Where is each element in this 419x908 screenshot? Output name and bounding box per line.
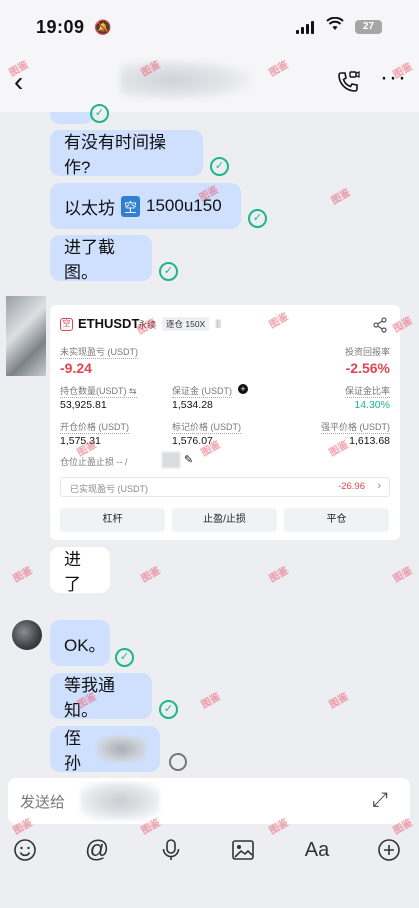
- realized-pnl-label: 已实现盈亏 (USDT): [70, 484, 148, 494]
- add-margin-icon: +: [238, 384, 248, 394]
- sending-indicator-icon: [169, 753, 187, 771]
- message-text: OK。: [64, 635, 106, 655]
- message-text: 有没有时间操作?: [64, 133, 166, 177]
- contact-name-blurred: [120, 60, 250, 100]
- message-text: 侄孙: [64, 729, 81, 773]
- message-bubble-partial: [50, 112, 94, 124]
- video-call-icon[interactable]: [336, 70, 360, 94]
- expand-icon[interactable]: ⤢: [372, 789, 388, 812]
- trade-screenshot-card[interactable]: 空 ETHUSDT 永续 逐仓 150X |||| 未实现盈亏 (USDT) -…: [50, 305, 400, 540]
- mark-price-label: 标记价格 (USDT): [172, 422, 241, 434]
- watermark: 图鉴: [327, 691, 351, 711]
- short-position-icon: 空: [60, 318, 73, 331]
- margin-label: 保证金 (USDT): [172, 386, 232, 398]
- realized-pnl-row[interactable]: 已实现盈亏 (USDT) -26.96 ›: [60, 477, 390, 497]
- mute-bell-icon: 🔕: [94, 19, 112, 35]
- liquidation-price-label: 强平价格 (USDT): [321, 422, 390, 434]
- message-input[interactable]: 发送给 ⤢: [8, 778, 410, 824]
- message-bubble[interactable]: 以太坊 空 1500u150: [50, 183, 241, 229]
- chat-header: ‹ ···: [0, 56, 419, 112]
- watermark: 图鉴: [11, 565, 35, 585]
- blurred-text: [97, 736, 146, 762]
- watermark: 图鉴: [139, 565, 163, 585]
- tpsl-label: 仓位止盈止损 -- /: [60, 457, 128, 467]
- blurred-recipient: [80, 782, 160, 820]
- position-size-value: 53,925.81: [60, 399, 107, 411]
- input-placeholder: 发送给: [20, 794, 66, 811]
- message-bubble[interactable]: OK。: [50, 620, 110, 666]
- watermark: 图鉴: [391, 565, 415, 585]
- font-format-icon[interactable]: Aa: [302, 835, 332, 865]
- watermark: 图鉴: [329, 187, 353, 207]
- trade-pair: ETHUSDT: [78, 316, 140, 331]
- realized-pnl-value: -26.96: [338, 481, 365, 492]
- mention-icon[interactable]: @: [82, 835, 112, 865]
- entry-price-label: 开仓价格 (USDT): [60, 422, 129, 434]
- roi-value: -2.56%: [345, 360, 390, 376]
- watermark: 图鉴: [267, 565, 291, 585]
- mark-price-value: 1,576.07: [172, 435, 213, 447]
- edit-pencil-icon: ✎: [184, 454, 194, 466]
- entry-price-value: 1,575.31: [60, 435, 101, 447]
- message-text: 等我通知。: [64, 676, 115, 720]
- chevron-right-icon: ›: [377, 480, 381, 492]
- position-size-label: 持仓数量(USDT) ⇆: [60, 386, 137, 398]
- back-chevron-icon[interactable]: ‹: [14, 66, 23, 98]
- status-bar: 19:09 🔕 27: [0, 0, 419, 56]
- message-bubble[interactable]: 进了截图。: [50, 235, 152, 282]
- contract-type: 永续: [138, 320, 157, 330]
- more-icon[interactable]: ···: [380, 64, 407, 92]
- message-text: 1500u150: [146, 196, 222, 215]
- emoji-icon[interactable]: [10, 835, 40, 865]
- margin-ratio-value: 14.30%: [354, 399, 390, 411]
- read-check-icon: ✓: [90, 104, 109, 123]
- tpsl-button[interactable]: 止盈/止损: [172, 508, 277, 532]
- sender-avatar[interactable]: [6, 296, 46, 376]
- margin-mode: 逐仓 150X: [162, 317, 210, 331]
- blurred-area: [162, 452, 180, 468]
- message-text: 以太坊: [64, 198, 115, 218]
- message-bubble[interactable]: 有没有时间操作?: [50, 130, 203, 177]
- image-icon[interactable]: [228, 835, 258, 865]
- microphone-icon[interactable]: [156, 835, 186, 865]
- read-check-icon: ✓: [210, 157, 229, 176]
- message-bubble-received[interactable]: 进了: [50, 547, 110, 594]
- short-tag: 空: [121, 195, 141, 217]
- leverage-button[interactable]: 杠杆: [60, 508, 165, 532]
- signal-icon: [296, 20, 314, 34]
- unrealized-pnl-label: 未实现盈亏 (USDT): [60, 347, 138, 359]
- message-text: 进了: [64, 550, 81, 594]
- add-icon[interactable]: [374, 835, 404, 865]
- battery-icon: 27: [355, 20, 382, 34]
- margin-value: 1,534.28: [172, 399, 213, 411]
- share-icon: [373, 317, 387, 333]
- roi-label: 投资回报率: [344, 347, 390, 357]
- liquidation-price-value: 1,613.68: [349, 435, 390, 447]
- margin-ratio-label: 保证金比率: [344, 386, 390, 398]
- unrealized-pnl-value: -9.24: [60, 360, 92, 376]
- my-avatar[interactable]: [12, 620, 42, 650]
- message-text: 进了截图。: [64, 238, 115, 282]
- close-position-button[interactable]: 平仓: [284, 508, 389, 532]
- input-toolbar: @ Aa: [0, 832, 419, 872]
- message-bubble[interactable]: 侄孙: [50, 726, 160, 773]
- status-time: 19:09: [36, 17, 85, 37]
- read-check-icon: ✓: [115, 648, 134, 667]
- read-check-icon: ✓: [159, 262, 178, 281]
- message-bubble[interactable]: 等我通知。: [50, 673, 152, 720]
- watermark: 图鉴: [199, 691, 223, 711]
- wifi-icon: [326, 16, 344, 36]
- read-check-icon: ✓: [159, 700, 178, 719]
- strength-bars: ||||: [215, 318, 221, 328]
- read-check-icon: ✓: [248, 209, 267, 228]
